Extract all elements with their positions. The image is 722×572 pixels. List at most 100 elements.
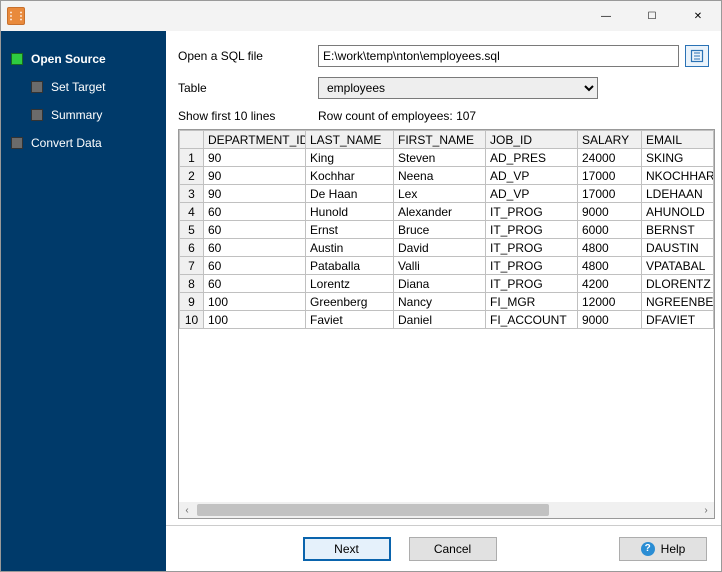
browse-button[interactable] xyxy=(685,45,709,67)
table-cell[interactable]: AHUNOLD xyxy=(642,203,714,221)
table-cell[interactable]: 4800 xyxy=(578,239,642,257)
table-cell[interactable]: DFAVIET xyxy=(642,311,714,329)
table-cell[interactable]: 4800 xyxy=(578,257,642,275)
table-cell[interactable]: SKING xyxy=(642,149,714,167)
table-cell[interactable]: BERNST xyxy=(642,221,714,239)
table-cell[interactable]: 9000 xyxy=(578,311,642,329)
table-row[interactable]: 10100FavietDanielFI_ACCOUNT9000DFAVIET xyxy=(180,311,714,329)
help-icon: ? xyxy=(641,542,655,556)
table-cell[interactable]: Greenberg xyxy=(306,293,394,311)
table-cell[interactable]: 17000 xyxy=(578,167,642,185)
table-row[interactable]: 9100GreenbergNancyFI_MGR12000NGREENBE xyxy=(180,293,714,311)
table-cell[interactable]: VPATABAL xyxy=(642,257,714,275)
table-cell[interactable]: 24000 xyxy=(578,149,642,167)
step-label: Set Target xyxy=(51,80,105,94)
table-cell[interactable]: AD_VP xyxy=(486,185,578,203)
table-cell[interactable]: IT_PROG xyxy=(486,239,578,257)
table-cell[interactable]: DLORENTZ xyxy=(642,275,714,293)
table-cell[interactable]: 9000 xyxy=(578,203,642,221)
table-cell[interactable]: 60 xyxy=(204,239,306,257)
table-cell[interactable]: Neena xyxy=(394,167,486,185)
table-cell[interactable]: IT_PROG xyxy=(486,221,578,239)
table-cell[interactable]: IT_PROG xyxy=(486,275,578,293)
table-cell[interactable]: Faviet xyxy=(306,311,394,329)
table-cell[interactable]: De Haan xyxy=(306,185,394,203)
table-cell[interactable]: DAUSTIN xyxy=(642,239,714,257)
table-cell[interactable]: IT_PROG xyxy=(486,257,578,275)
table-cell[interactable]: Austin xyxy=(306,239,394,257)
minimize-button[interactable]: — xyxy=(583,1,629,31)
table-cell[interactable]: Pataballa xyxy=(306,257,394,275)
file-path-input[interactable] xyxy=(318,45,679,67)
table-row[interactable]: 290KochharNeenaAD_VP17000NKOCHHAR xyxy=(180,167,714,185)
scroll-left-icon[interactable]: ‹ xyxy=(179,502,195,518)
table-row[interactable]: 760PataballaValliIT_PROG4800VPATABAL xyxy=(180,257,714,275)
table-cell[interactable]: Alexander xyxy=(394,203,486,221)
table-cell[interactable]: Steven xyxy=(394,149,486,167)
next-button[interactable]: Next xyxy=(303,537,391,561)
maximize-button[interactable]: ☐ xyxy=(629,1,675,31)
help-button[interactable]: ? Help xyxy=(619,537,707,561)
table-cell[interactable]: 6000 xyxy=(578,221,642,239)
col-header[interactable]: EMAIL xyxy=(642,131,714,149)
table-row[interactable]: 390De HaanLexAD_VP17000LDEHAAN xyxy=(180,185,714,203)
table-cell[interactable]: 90 xyxy=(204,149,306,167)
col-header[interactable]: FIRST_NAME xyxy=(394,131,486,149)
table-cell[interactable]: Bruce xyxy=(394,221,486,239)
preview-table-scroll[interactable]: DEPARTMENT_ID LAST_NAME FIRST_NAME JOB_I… xyxy=(179,130,714,502)
table-cell[interactable]: 60 xyxy=(204,221,306,239)
table-cell[interactable]: 60 xyxy=(204,275,306,293)
step-box-icon xyxy=(11,53,23,65)
table-cell[interactable]: David xyxy=(394,239,486,257)
table-cell[interactable]: FI_ACCOUNT xyxy=(486,311,578,329)
table-cell[interactable]: Hunold xyxy=(306,203,394,221)
step-open-source[interactable]: Open Source xyxy=(1,45,166,73)
table-cell[interactable]: 90 xyxy=(204,167,306,185)
table-cell[interactable]: 12000 xyxy=(578,293,642,311)
table-cell[interactable]: 100 xyxy=(204,293,306,311)
table-cell[interactable]: Ernst xyxy=(306,221,394,239)
table-cell[interactable]: 60 xyxy=(204,257,306,275)
col-header[interactable]: SALARY xyxy=(578,131,642,149)
cancel-button[interactable]: Cancel xyxy=(409,537,497,561)
table-cell[interactable]: Lex xyxy=(394,185,486,203)
table-cell[interactable]: 100 xyxy=(204,311,306,329)
scroll-right-icon[interactable]: › xyxy=(698,502,714,518)
table-row[interactable]: 190KingStevenAD_PRES24000SKING xyxy=(180,149,714,167)
table-cell[interactable]: Lorentz xyxy=(306,275,394,293)
step-set-target[interactable]: Set Target xyxy=(1,73,166,101)
table-cell[interactable]: 4200 xyxy=(578,275,642,293)
table-cell[interactable]: LDEHAAN xyxy=(642,185,714,203)
table-cell[interactable]: NGREENBE xyxy=(642,293,714,311)
table-row[interactable]: 860LorentzDianaIT_PROG4200DLORENTZ xyxy=(180,275,714,293)
horizontal-scrollbar[interactable]: ‹ › xyxy=(179,502,714,518)
scroll-thumb[interactable] xyxy=(197,504,549,516)
main-content: Open a SQL file Table employee xyxy=(166,31,721,571)
table-select[interactable]: employees xyxy=(318,77,598,99)
table-cell[interactable]: Diana xyxy=(394,275,486,293)
table-cell[interactable]: Valli xyxy=(394,257,486,275)
col-header[interactable]: JOB_ID xyxy=(486,131,578,149)
table-cell[interactable]: Nancy xyxy=(394,293,486,311)
table-cell[interactable]: AD_PRES xyxy=(486,149,578,167)
table-cell[interactable]: Daniel xyxy=(394,311,486,329)
table-cell[interactable]: AD_VP xyxy=(486,167,578,185)
table-cell[interactable]: Kochhar xyxy=(306,167,394,185)
table-cell[interactable]: 17000 xyxy=(578,185,642,203)
table-cell[interactable]: FI_MGR xyxy=(486,293,578,311)
table-row[interactable]: 560ErnstBruceIT_PROG6000BERNST xyxy=(180,221,714,239)
table-cell[interactable]: NKOCHHAR xyxy=(642,167,714,185)
table-cell[interactable]: IT_PROG xyxy=(486,203,578,221)
table-cell[interactable]: 90 xyxy=(204,185,306,203)
row-number-header xyxy=(180,131,204,149)
col-header[interactable]: DEPARTMENT_ID xyxy=(204,131,306,149)
scroll-track[interactable] xyxy=(195,502,698,518)
table-row[interactable]: 660AustinDavidIT_PROG4800DAUSTIN xyxy=(180,239,714,257)
col-header[interactable]: LAST_NAME xyxy=(306,131,394,149)
table-cell[interactable]: 60 xyxy=(204,203,306,221)
close-button[interactable]: ✕ xyxy=(675,1,721,31)
step-convert-data[interactable]: Convert Data xyxy=(1,129,166,157)
table-cell[interactable]: King xyxy=(306,149,394,167)
step-summary[interactable]: Summary xyxy=(1,101,166,129)
table-row[interactable]: 460HunoldAlexanderIT_PROG9000AHUNOLD xyxy=(180,203,714,221)
